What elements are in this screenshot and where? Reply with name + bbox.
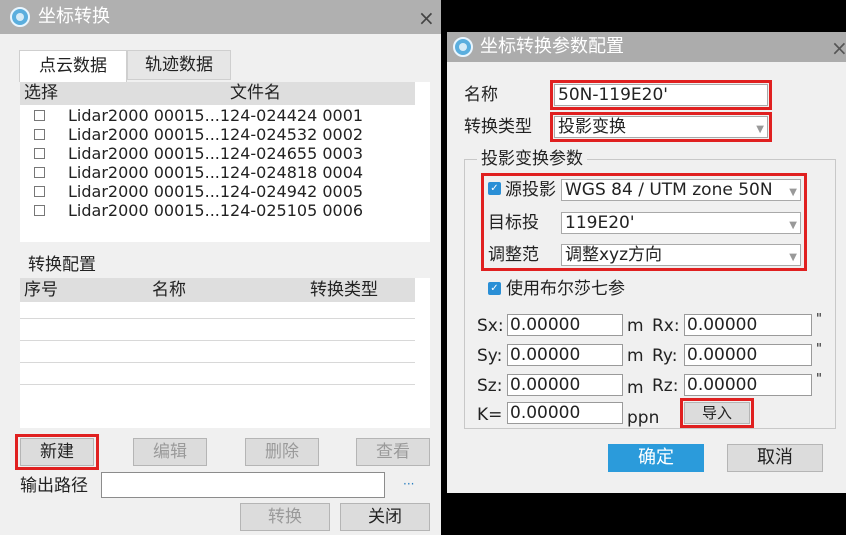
ry-input[interactable]: 0.00000 <box>684 344 812 366</box>
file-name: Lidar2000 00015...124-024655 0003 <box>68 144 364 163</box>
app-icon <box>453 37 473 57</box>
name-label: 名称 <box>464 85 498 105</box>
row-checkbox[interactable] <box>34 167 45 178</box>
bursa-seven-params-label: 使用布尔莎七参 <box>506 279 625 299</box>
bursa-checkbox[interactable]: ✓ <box>488 282 501 295</box>
cancel-button[interactable]: 取消 <box>727 444 823 472</box>
table-row[interactable]: Lidar2000 00015...124-024655 0003 <box>20 144 415 163</box>
row-divider <box>20 340 415 341</box>
convert-button[interactable]: 转换 <box>240 503 330 531</box>
projection-group-label: 投影变换参数 <box>477 148 587 170</box>
watermark <box>0 300 16 380</box>
highlight-box-name <box>550 80 772 110</box>
rx-unit: " <box>816 312 822 327</box>
close-button[interactable]: 关闭 <box>340 503 430 531</box>
row-divider <box>20 384 415 385</box>
sz-label: Sz: <box>477 376 503 396</box>
row-divider <box>20 318 415 319</box>
rx-label: Rx: <box>652 316 680 336</box>
row-checkbox[interactable] <box>34 148 45 159</box>
dialog-title: 坐标转换参数配置 <box>480 36 624 57</box>
name-column-header[interactable]: 名称 <box>152 280 186 300</box>
delete-button[interactable]: 删除 <box>245 438 319 466</box>
file-list-header: 选择 文件名 <box>20 82 415 105</box>
sz-unit: m <box>627 378 644 398</box>
sy-unit: m <box>627 346 644 366</box>
dialog-title-bar: 坐标转换 × <box>0 0 441 34</box>
file-name: Lidar2000 00015...124-024818 0004 <box>68 163 364 182</box>
config-table: 序号 名称 转换类型 <box>20 278 430 428</box>
app-icon <box>10 7 30 27</box>
table-row[interactable]: Lidar2000 00015...124-024424 0001 <box>20 106 415 125</box>
transform-params-dialog: 坐标转换参数配置 × 名称 50N-119E20' 转换类型 投影变换 ▼ 投影… <box>447 32 846 493</box>
rz-input[interactable]: 0.00000 <box>684 374 812 396</box>
output-path-input[interactable] <box>101 472 385 498</box>
output-path-label: 输出路径 <box>20 476 88 496</box>
tab-trajectory[interactable]: 轨迹数据 <box>127 50 231 80</box>
table-row[interactable]: Lidar2000 00015...124-025105 0006 <box>20 201 415 220</box>
highlight-box-new <box>15 434 99 470</box>
k-label: K= <box>477 405 503 425</box>
row-divider <box>20 362 415 363</box>
file-name: Lidar2000 00015...124-024424 0001 <box>68 106 364 125</box>
rz-unit: " <box>816 372 822 387</box>
row-checkbox[interactable] <box>34 205 45 216</box>
index-column-header[interactable]: 序号 <box>24 280 58 300</box>
sy-input[interactable]: 0.00000 <box>507 344 623 366</box>
highlight-box-import <box>680 398 754 428</box>
rx-input[interactable]: 0.00000 <box>684 314 812 336</box>
ok-button[interactable]: 确定 <box>608 444 704 472</box>
view-button[interactable]: 查看 <box>356 438 430 466</box>
row-checkbox[interactable] <box>34 110 45 121</box>
sx-label: Sx: <box>477 316 504 336</box>
sy-label: Sy: <box>477 346 503 366</box>
edit-button[interactable]: 编辑 <box>133 438 207 466</box>
tab-point-cloud[interactable]: 点云数据 <box>19 50 127 82</box>
coordinate-transform-dialog: 坐标转换 × 点云数据 轨迹数据 选择 文件名 Lidar2000 00015.… <box>0 0 441 535</box>
type-column-header[interactable]: 转换类型 <box>310 280 378 300</box>
ry-label: Ry: <box>652 346 678 366</box>
sz-input[interactable]: 0.00000 <box>507 374 623 396</box>
table-row[interactable]: Lidar2000 00015...124-024942 0005 <box>20 182 415 201</box>
transform-type-label: 转换类型 <box>464 117 532 137</box>
close-icon[interactable]: × <box>831 38 846 58</box>
filename-column-header[interactable]: 文件名 <box>230 83 281 103</box>
table-row[interactable]: Lidar2000 00015...124-024818 0004 <box>20 163 415 182</box>
config-table-header: 序号 名称 转换类型 <box>20 278 415 302</box>
file-name: Lidar2000 00015...124-024942 0005 <box>68 182 364 201</box>
k-unit: ppn <box>627 408 660 428</box>
rz-label: Rz: <box>652 376 679 396</box>
browse-button[interactable]: ··· <box>403 473 414 495</box>
sx-unit: m <box>627 316 644 336</box>
dialog-title: 坐标转换 <box>38 6 110 27</box>
select-column-header[interactable]: 选择 <box>24 83 58 103</box>
highlight-box-projection <box>481 173 807 271</box>
dialog-title-bar: 坐标转换参数配置 × <box>447 32 846 62</box>
k-input[interactable]: 0.00000 <box>507 402 623 424</box>
file-list: 选择 文件名 Lidar2000 00015...124-024424 0001… <box>20 82 430 242</box>
file-name: Lidar2000 00015...124-025105 0006 <box>68 201 364 220</box>
row-checkbox[interactable] <box>34 186 45 197</box>
config-group-label: 转换配置 <box>28 255 96 275</box>
close-icon[interactable]: × <box>418 8 435 28</box>
ry-unit: " <box>816 342 822 357</box>
highlight-box-type <box>550 112 772 142</box>
table-row[interactable]: Lidar2000 00015...124-024532 0002 <box>20 125 415 144</box>
row-checkbox[interactable] <box>34 129 45 140</box>
file-name: Lidar2000 00015...124-024532 0002 <box>68 125 364 144</box>
sx-input[interactable]: 0.00000 <box>507 314 623 336</box>
